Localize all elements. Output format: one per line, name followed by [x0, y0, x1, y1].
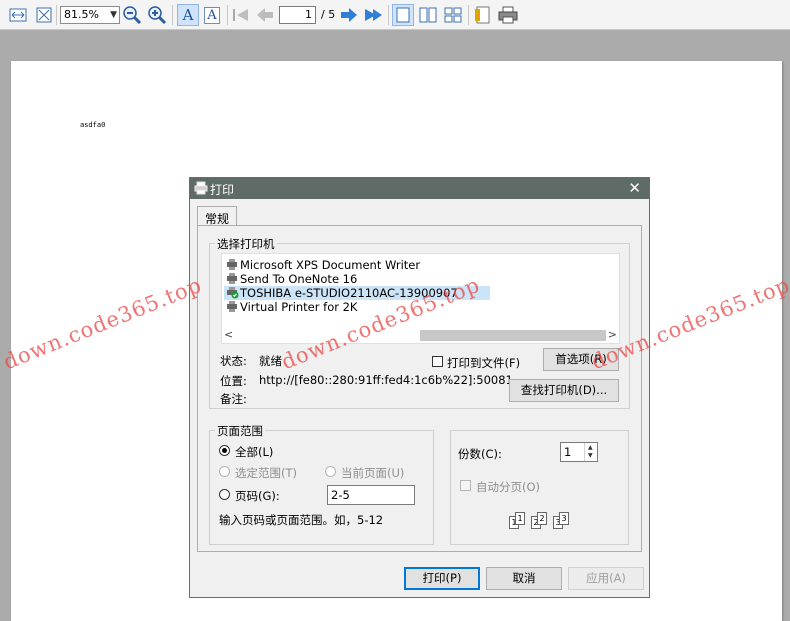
- printer-name: Virtual Printer for 2K: [240, 300, 358, 314]
- current-page-radio[interactable]: [325, 466, 336, 477]
- collate-sheet: 2: [537, 512, 547, 525]
- collate-sheet: 3: [559, 512, 569, 525]
- printer-icon: [226, 301, 238, 315]
- collate-sheet: 1: [515, 512, 525, 525]
- location-label: 位置:: [220, 374, 247, 388]
- printer-icon: [226, 273, 238, 287]
- next-page-icon[interactable]: [338, 4, 360, 26]
- scroll-right-icon[interactable]: >: [608, 328, 617, 341]
- page-setup-icon[interactable]: [472, 4, 494, 26]
- multi-page-icon[interactable]: [442, 4, 464, 26]
- chevron-down-icon[interactable]: ▼: [588, 452, 593, 459]
- scrollbar-thumb[interactable]: [420, 330, 606, 341]
- single-page-icon[interactable]: [392, 4, 414, 26]
- print-icon[interactable]: [497, 4, 519, 26]
- comment-label: 备注:: [220, 392, 247, 406]
- two-page-icon[interactable]: [417, 4, 439, 26]
- zoom-select[interactable]: 81.5% ▼: [60, 6, 120, 24]
- print-button[interactable]: 打印(P): [404, 567, 480, 590]
- copies-stepper[interactable]: 1 ▲ ▼: [560, 442, 598, 462]
- location-value: http://[fe80::280:91ff:fed4:1c6b%22]:500…: [259, 373, 513, 387]
- horizontal-scrollbar[interactable]: < >: [222, 328, 619, 343]
- stepper-arrows: ▲ ▼: [584, 443, 597, 461]
- text-select-icon[interactable]: A: [177, 4, 199, 26]
- last-page-icon[interactable]: [362, 4, 384, 26]
- selection-radio[interactable]: [219, 466, 230, 477]
- page-range-title: 页面范围: [215, 423, 265, 439]
- copies-value[interactable]: 1: [564, 445, 571, 459]
- previous-page-icon[interactable]: [254, 4, 276, 26]
- text-outline-icon[interactable]: A: [201, 4, 223, 26]
- selection-label[interactable]: 选定范围(T): [235, 465, 297, 481]
- pages-input[interactable]: 2-5: [327, 485, 415, 505]
- dialog-titlebar[interactable]: 打印 ✕: [190, 178, 649, 199]
- printer-name: Microsoft XPS Document Writer: [240, 258, 421, 272]
- zoom-out-icon[interactable]: [121, 4, 143, 26]
- preferences-button[interactable]: 首选项(R): [543, 348, 619, 371]
- printer-item[interactable]: Virtual Printer for 2K: [224, 300, 357, 314]
- status-value: 就绪: [259, 354, 282, 368]
- printer-list[interactable]: Microsoft XPS Document Writer Send To On…: [221, 253, 620, 344]
- print-to-file-checkbox[interactable]: [432, 356, 443, 367]
- select-printer-title: 选择打印机: [215, 236, 277, 252]
- printer-item[interactable]: Microsoft XPS Document Writer: [224, 258, 420, 272]
- fit-page-icon[interactable]: [33, 4, 55, 26]
- print-to-file-label[interactable]: 打印到文件(F): [447, 355, 520, 371]
- page-range-hint: 输入页码或页面范围。如，5-12: [219, 513, 384, 527]
- find-printer-button[interactable]: 查找打印机(D)...: [509, 379, 619, 402]
- page-total: / 5: [321, 8, 336, 21]
- printer-item[interactable]: Send To OneNote 16: [224, 272, 357, 286]
- collate-label[interactable]: 自动分页(O): [476, 479, 540, 495]
- printer-name: Send To OneNote 16: [240, 272, 358, 286]
- scroll-left-icon[interactable]: <: [224, 328, 233, 341]
- fit-width-icon[interactable]: [7, 4, 29, 26]
- printer-icon: [194, 181, 208, 198]
- all-pages-label[interactable]: 全部(L): [235, 444, 273, 460]
- collate-illustration: 1 1 2 2 3 3: [509, 509, 579, 531]
- copies-label: 份数(C):: [458, 447, 502, 461]
- page-number-input[interactable]: 1: [279, 6, 316, 24]
- dialog-title: 打印: [210, 183, 235, 197]
- printer-item-selected[interactable]: TOSHIBA e-STUDIO2110AC-13900907: [224, 286, 490, 300]
- all-pages-radio[interactable]: [219, 445, 230, 456]
- viewer-toolbar: 81.5% ▼ A A 1 / 5: [0, 0, 790, 30]
- cancel-button[interactable]: 取消: [486, 567, 562, 590]
- current-page-label[interactable]: 当前页面(U): [341, 465, 404, 481]
- close-icon[interactable]: ✕: [628, 179, 641, 197]
- chevron-up-icon[interactable]: ▲: [588, 444, 593, 451]
- apply-button[interactable]: 应用(A): [568, 567, 644, 590]
- zoom-in-icon[interactable]: [146, 4, 168, 26]
- chevron-down-icon: ▼: [110, 10, 117, 20]
- pages-label[interactable]: 页码(G):: [235, 488, 280, 504]
- tab-general[interactable]: 常规: [197, 206, 237, 226]
- status-label: 状态:: [220, 354, 247, 368]
- printer-name: TOSHIBA e-STUDIO2110AC-13900907: [240, 286, 458, 300]
- zoom-value: 81.5%: [64, 8, 99, 21]
- printer-icon: [226, 259, 238, 273]
- pages-radio[interactable]: [219, 489, 230, 500]
- document-text: asdfa0: [80, 121, 106, 129]
- first-page-icon[interactable]: [230, 4, 252, 26]
- collate-checkbox[interactable]: [460, 480, 471, 491]
